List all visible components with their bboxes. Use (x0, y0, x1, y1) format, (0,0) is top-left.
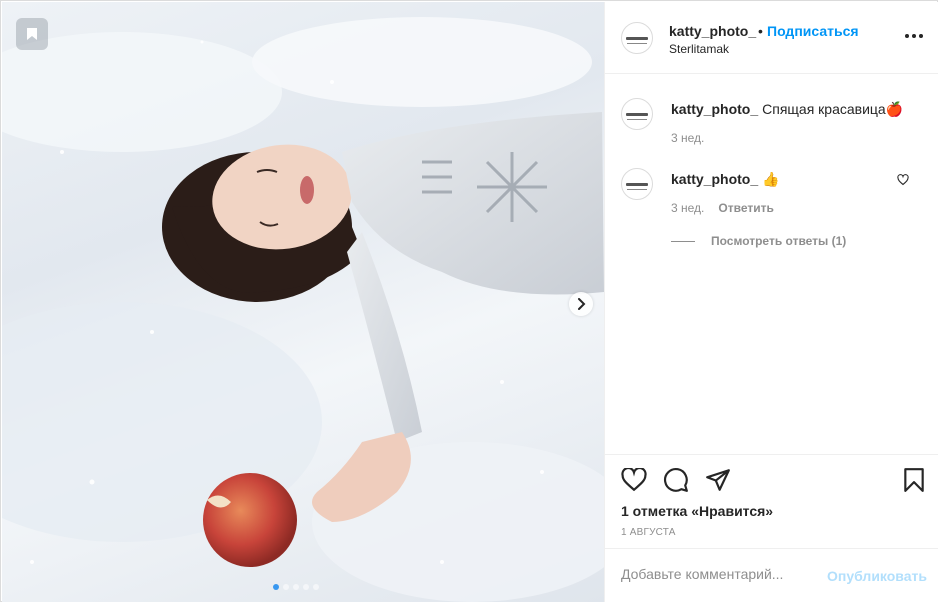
post-container: katty_photo_ • Подписаться Sterlitamak k… (0, 0, 938, 602)
comment-line: katty_photo_ 👍 (671, 171, 780, 188)
heart-icon (621, 468, 647, 492)
carousel-dots (273, 584, 319, 590)
comment-meta: 3 нед. (671, 131, 704, 145)
post-header: katty_photo_ • Подписаться Sterlitamak (605, 2, 938, 74)
location-link[interactable]: Sterlitamak (669, 42, 729, 56)
carousel-dot (303, 584, 309, 590)
like-comment-heart-icon[interactable] (897, 174, 909, 186)
more-icon[interactable] (905, 28, 925, 44)
comment-line: katty_photo_ Спящая красавица🍎 (671, 101, 903, 118)
comment-button[interactable] (663, 467, 689, 493)
bookmark-icon (27, 28, 37, 40)
avatar[interactable] (621, 22, 653, 54)
carousel-dot (283, 584, 289, 590)
publish-button[interactable]: Опубликовать (827, 568, 927, 584)
reply-button[interactable]: Ответить (718, 201, 773, 215)
avatar[interactable] (621, 168, 653, 200)
comment-username[interactable]: katty_photo_ (671, 171, 758, 187)
avatar-logo-mark (626, 182, 648, 186)
action-icons (621, 467, 731, 493)
carousel-dot (293, 584, 299, 590)
next-photo-button[interactable] (569, 292, 593, 316)
view-replies-button[interactable]: Посмотреть ответы (1) (671, 234, 846, 248)
chevron-right-icon (578, 298, 586, 310)
save-button[interactable] (901, 467, 927, 493)
header-username[interactable]: katty_photo_ (669, 23, 756, 39)
post-side-panel: katty_photo_ • Подписаться Sterlitamak k… (604, 2, 938, 602)
comment-icon (664, 468, 688, 492)
post-photo[interactable] (2, 2, 604, 602)
view-replies-label: Посмотреть ответы (1) (711, 234, 847, 248)
comment-text: Спящая красавица🍎 (762, 101, 904, 117)
avatar-logo-mark (626, 112, 648, 116)
add-comment-bar: Опубликовать (605, 548, 938, 602)
header-separator: • (758, 23, 763, 39)
carousel-dot (313, 584, 319, 590)
comment-meta: 3 нед. Ответить (671, 201, 774, 215)
like-button[interactable] (621, 467, 647, 493)
bookmark-badge[interactable] (16, 18, 48, 50)
comment-time[interactable]: 3 нед. (671, 131, 704, 145)
share-button[interactable] (705, 467, 731, 493)
comment-username[interactable]: katty_photo_ (671, 101, 758, 117)
comment-input[interactable] (621, 566, 811, 582)
actions-bar: 1 отметка «Нравится» 1 АВГУСТА (605, 454, 938, 549)
avatar-logo-mark (626, 36, 648, 40)
carousel-dot (273, 584, 279, 590)
photo-scene (2, 17, 604, 602)
comment-time[interactable]: 3 нед. (671, 201, 704, 215)
follow-button[interactable]: Подписаться (767, 23, 859, 39)
avatar[interactable] (621, 98, 653, 130)
share-icon (706, 469, 730, 491)
comment-text: 👍 (762, 171, 780, 187)
post-date[interactable]: 1 АВГУСТА (621, 527, 676, 538)
replies-divider (671, 240, 695, 242)
save-icon (904, 468, 924, 492)
likes-count[interactable]: 1 отметка «Нравится» (621, 503, 773, 519)
